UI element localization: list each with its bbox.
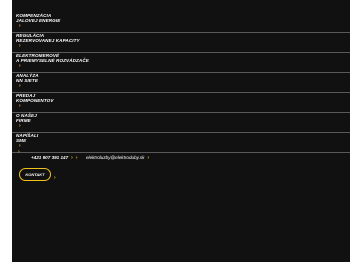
chevron-right-icon: › — [19, 83, 21, 90]
menu-item-label: REGULÁCIA REZERVOVANEJ KAPACITY › — [16, 32, 80, 50]
chevron-right-icon: › — [75, 155, 78, 161]
chevron-right-icon: › — [147, 155, 150, 161]
contact-button[interactable]: KONTAKT — [19, 168, 51, 181]
menu-item-label: KOMPENZÁCIA JALOVEJ ENERGIE › — [16, 12, 61, 30]
phone-link[interactable]: +421 907 391 147 › › — [31, 155, 78, 161]
chevron-right-icon: › — [54, 175, 56, 181]
menu-item-label: PREDAJ KOMPONENTOV › — [16, 92, 54, 110]
chevron-right-icon: › — [19, 63, 21, 70]
email-link[interactable]: elektroluzby@elektroduby.sk › — [86, 155, 149, 161]
chevron-right-icon: › — [19, 123, 21, 130]
chevron-right-icon: › — [19, 103, 21, 110]
menu-item-predaj[interactable]: PREDAJ KOMPONENTOV › — [12, 92, 350, 113]
chevron-right-icon: › — [19, 143, 21, 150]
chevron-right-icon: › — [71, 155, 73, 161]
chevron-right-icon: › — [18, 149, 20, 155]
menu-item-o-firme[interactable]: O NAŠEJ FIRME › — [12, 112, 350, 133]
menu-item-regulacia[interactable]: REGULÁCIA REZERVOVANEJ KAPACITY › — [12, 32, 350, 53]
menu-item-label: NAPÍŠALI SME › — [16, 132, 39, 150]
mobile-menu-panel: KOMPENZÁCIA JALOVEJ ENERGIE › REGULÁCIA R… — [12, 0, 350, 262]
menu-item-label: ANALÝZA NN SIETE › — [16, 72, 39, 90]
menu-item-analyza[interactable]: ANALÝZA NN SIETE › — [12, 72, 350, 93]
chevron-right-icon: › — [19, 43, 21, 50]
chevron-right-icon: › — [19, 23, 21, 30]
menu-item-napisali-sme[interactable]: NAPÍŠALI SME › — [12, 132, 350, 153]
menu-item-rozvadzace[interactable]: ELEKTROMEROVÉ A PRIEMYSELNÉ ROZVÁDZAČE › — [12, 52, 350, 73]
menu-item-kompenzacia[interactable]: KOMPENZÁCIA JALOVEJ ENERGIE › — [12, 12, 350, 33]
menu-item-label: O NAŠEJ FIRME › — [16, 112, 37, 130]
menu-item-label: ELEKTROMEROVÉ A PRIEMYSELNÉ ROZVÁDZAČE › — [16, 52, 89, 70]
